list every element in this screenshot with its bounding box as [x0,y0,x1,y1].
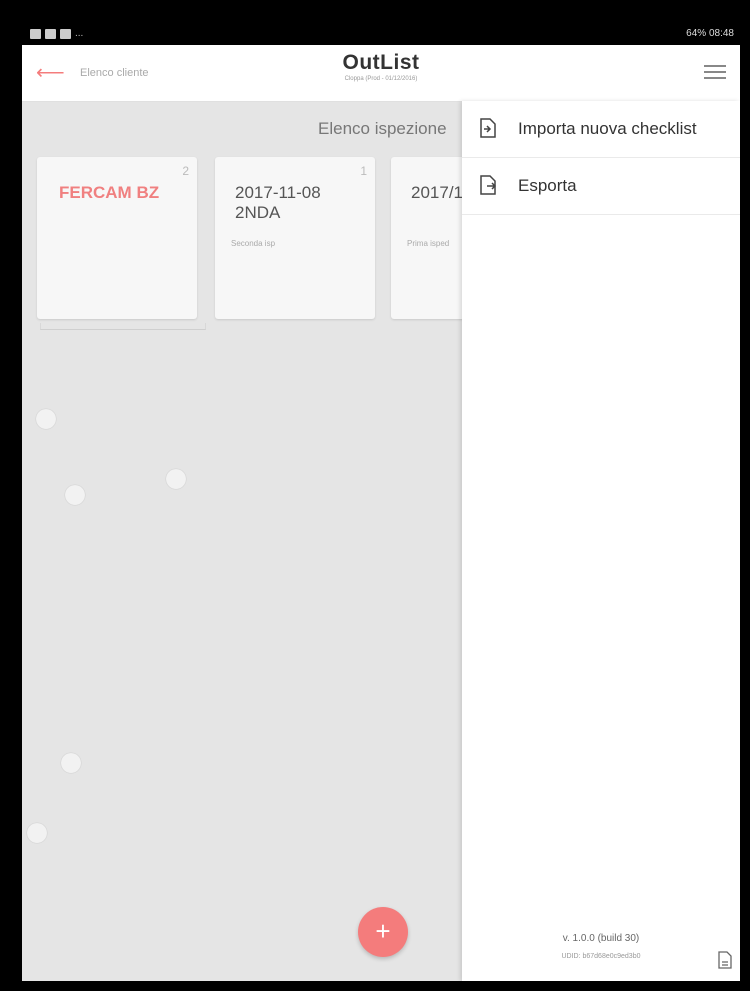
drawer-item-export[interactable]: Esporta [462,158,740,215]
more-notifications: ... [75,28,84,39]
import-icon [480,118,496,138]
drag-handle-dot [36,409,56,429]
section-title: Elenco ispezione [318,119,447,138]
card-stack-indicator [40,323,206,330]
card-subtitle: Prima isped [407,239,450,248]
notification-icons: ... [30,28,83,39]
card-title: FERCAM BZ [59,183,160,202]
side-drawer: Importa nuova checklist Esporta v. 1.0.0… [462,101,740,981]
drawer-item-label: Esporta [518,176,577,195]
inspection-card[interactable]: 1 2017-11-08 2NDA Seconda isp [215,157,375,319]
card-count: 2 [182,164,189,178]
gallery-icon [45,28,56,39]
hamburger-menu-icon [704,65,726,79]
drag-handle-dot [65,485,85,505]
add-inspection-button[interactable]: + [358,907,408,957]
drag-handle-dot [27,823,47,843]
card-title: 2017-11-08 2NDA [235,183,321,222]
plus-icon: + [375,916,391,946]
status-info: 64% 08:48 [686,28,734,39]
drawer-item-import[interactable]: Importa nuova checklist [462,101,740,158]
status-bar: ... 64% 08:48 [22,23,740,45]
brand-subtitle: Cloppa (Prod - 01/12/2016) [344,76,418,82]
export-icon [480,175,496,195]
card-subtitle: Seconda isp [231,239,276,248]
notification-icon [30,28,41,39]
app-notification-icon [60,28,71,39]
document-icon[interactable] [718,951,732,969]
inspection-card[interactable]: 2 FERCAM BZ [37,157,197,319]
device-udid: UDID: b67d68e0c9ed3b0 [561,953,641,960]
drag-handle-dot [166,469,186,489]
menu-button[interactable] [704,61,726,83]
card-count: 1 [360,164,367,178]
brand: OutList Cloppa (Prod - 01/12/2016) [22,51,740,82]
drawer-item-label: Importa nuova checklist [518,119,697,138]
app-bar: ⟵ Elenco cliente OutList Cloppa (Prod - … [22,45,740,102]
app-screen: ... 64% 08:48 ⟵ Elenco cliente OutList C… [22,23,740,981]
app-logo: OutList [342,51,420,74]
drag-handle-dot [61,753,81,773]
app-version: v. 1.0.0 (build 30) [562,933,640,944]
